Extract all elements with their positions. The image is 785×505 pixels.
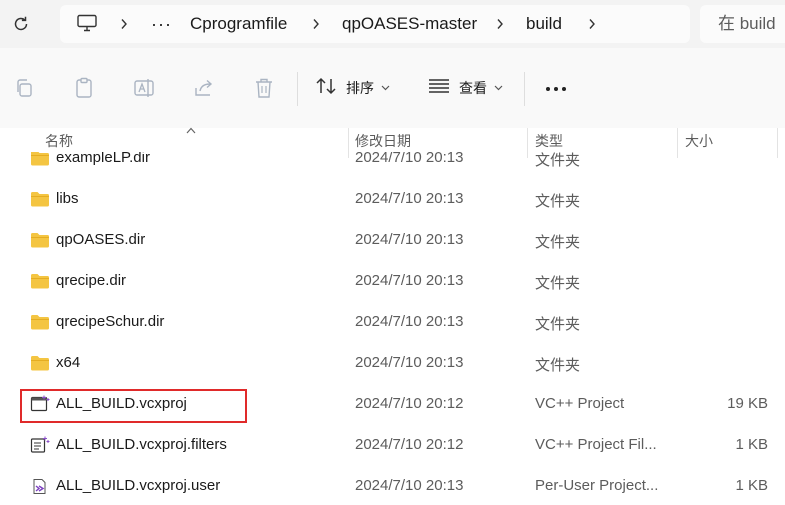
list-item[interactable]: ALL_BUILD.vcxproj.filters 2024/7/10 20:1… xyxy=(0,425,785,466)
file-date: 2024/7/10 20:13 xyxy=(355,477,464,494)
command-bar: 排序 查看 xyxy=(0,48,785,128)
delete-icon[interactable] xyxy=(252,76,276,100)
file-name: exampleLP.dir xyxy=(56,152,150,166)
file-type: VC++ Project xyxy=(535,395,625,412)
file-name: ALL_BUILD.vcxproj xyxy=(56,395,187,412)
breadcrumb-more[interactable]: ··· xyxy=(151,5,172,43)
file-name: qrecipeSchur.dir xyxy=(56,313,165,330)
paste-icon[interactable] xyxy=(72,76,96,100)
column-header: 名称 修改日期 类型 大小 xyxy=(0,127,785,158)
vs-user-icon xyxy=(30,477,50,495)
list-item[interactable]: ALL_BUILD.vcxproj.user 2024/7/10 20:13 P… xyxy=(0,466,785,505)
rename-icon[interactable] xyxy=(132,76,156,100)
file-type: 文件夹 xyxy=(535,316,581,333)
search-input[interactable]: 在 build xyxy=(700,5,785,43)
chevron-right-icon[interactable] xyxy=(309,5,323,43)
folder-icon xyxy=(30,152,50,167)
file-name: ALL_BUILD.vcxproj.filters xyxy=(56,436,227,453)
view-button[interactable]: 查看 xyxy=(428,70,503,106)
list-item[interactable]: x64 2024/7/10 20:13 文件夹 xyxy=(0,343,785,384)
file-name: libs xyxy=(56,190,79,207)
file-date: 2024/7/10 20:12 xyxy=(355,436,464,453)
folder-icon xyxy=(30,272,50,290)
folder-icon xyxy=(30,354,50,372)
vcxproj-icon xyxy=(30,395,50,413)
list-item[interactable]: exampleLP.dir 2024/7/10 20:13 文件夹 xyxy=(0,152,785,179)
folder-icon xyxy=(30,190,50,208)
more-icon xyxy=(545,79,567,97)
chevron-right-icon[interactable] xyxy=(585,5,599,43)
list-item[interactable]: ALL_BUILD.vcxproj 2024/7/10 20:12 VC++ P… xyxy=(0,384,785,425)
address-bar: ··· Cprogramfile qpOASES-master build 在 … xyxy=(0,0,785,48)
breadcrumb-cprogramfile[interactable]: Cprogramfile xyxy=(190,5,287,43)
file-name: ALL_BUILD.vcxproj.user xyxy=(56,477,221,494)
sort-ascending-icon xyxy=(186,121,196,139)
file-date: 2024/7/10 20:13 xyxy=(355,152,464,166)
file-size: 19 KB xyxy=(727,395,768,412)
column-name[interactable]: 名称 xyxy=(45,131,73,151)
file-type: 文件夹 xyxy=(535,234,581,251)
search-placeholder: 在 build xyxy=(718,14,776,33)
column-date[interactable]: 修改日期 xyxy=(355,131,411,151)
list-item[interactable]: qpOASES.dir 2024/7/10 20:13 文件夹 xyxy=(0,220,785,261)
file-date: 2024/7/10 20:13 xyxy=(355,231,464,248)
breadcrumb-build[interactable]: build xyxy=(526,5,562,43)
file-size: 1 KB xyxy=(735,477,768,494)
more-options-button[interactable] xyxy=(545,70,567,106)
vcxproj-filters-icon xyxy=(30,436,50,454)
file-type: 文件夹 xyxy=(535,275,581,292)
view-icon xyxy=(428,78,450,99)
file-name: qpOASES.dir xyxy=(56,231,146,248)
computer-icon[interactable] xyxy=(77,14,97,37)
file-name: x64 xyxy=(56,354,81,371)
column-type[interactable]: 类型 xyxy=(535,131,563,151)
sort-icon xyxy=(315,76,337,101)
refresh-icon[interactable] xyxy=(9,13,33,35)
file-name: qrecipe.dir xyxy=(56,272,127,289)
file-date: 2024/7/10 20:13 xyxy=(355,354,464,371)
file-list: exampleLP.dir 2024/7/10 20:13 文件夹 libs 2… xyxy=(0,152,785,505)
toolbar-divider xyxy=(297,72,298,106)
list-item[interactable]: qrecipeSchur.dir 2024/7/10 20:13 文件夹 xyxy=(0,302,785,343)
chevron-down-icon xyxy=(381,85,390,91)
toolbar-divider xyxy=(524,72,525,106)
folder-icon xyxy=(30,231,50,249)
chevron-down-icon xyxy=(494,85,503,91)
folder-icon xyxy=(30,313,50,331)
file-type: 文件夹 xyxy=(535,152,581,169)
list-item[interactable]: libs 2024/7/10 20:13 文件夹 xyxy=(0,179,785,220)
list-item[interactable]: qrecipe.dir 2024/7/10 20:13 文件夹 xyxy=(0,261,785,302)
sort-button[interactable]: 排序 xyxy=(315,70,390,106)
file-size: 1 KB xyxy=(735,436,768,453)
file-type: 文件夹 xyxy=(535,357,581,374)
file-date: 2024/7/10 20:13 xyxy=(355,272,464,289)
chevron-right-icon[interactable] xyxy=(493,5,507,43)
breadcrumb[interactable]: ··· Cprogramfile qpOASES-master build xyxy=(60,5,690,43)
file-type: Per-User Project... xyxy=(535,477,659,494)
sort-label: 排序 xyxy=(346,80,374,96)
file-date: 2024/7/10 20:13 xyxy=(355,313,464,330)
file-type: VC++ Project Fil... xyxy=(535,436,657,453)
file-date: 2024/7/10 20:13 xyxy=(355,190,464,207)
view-label: 查看 xyxy=(459,80,487,96)
breadcrumb-qpoases-master[interactable]: qpOASES-master xyxy=(342,5,477,43)
copy-icon[interactable] xyxy=(12,76,36,100)
column-size[interactable]: 大小 xyxy=(685,131,713,151)
share-icon[interactable] xyxy=(192,76,216,100)
chevron-right-icon[interactable] xyxy=(117,5,131,43)
file-type: 文件夹 xyxy=(535,193,581,210)
file-date: 2024/7/10 20:12 xyxy=(355,395,464,412)
